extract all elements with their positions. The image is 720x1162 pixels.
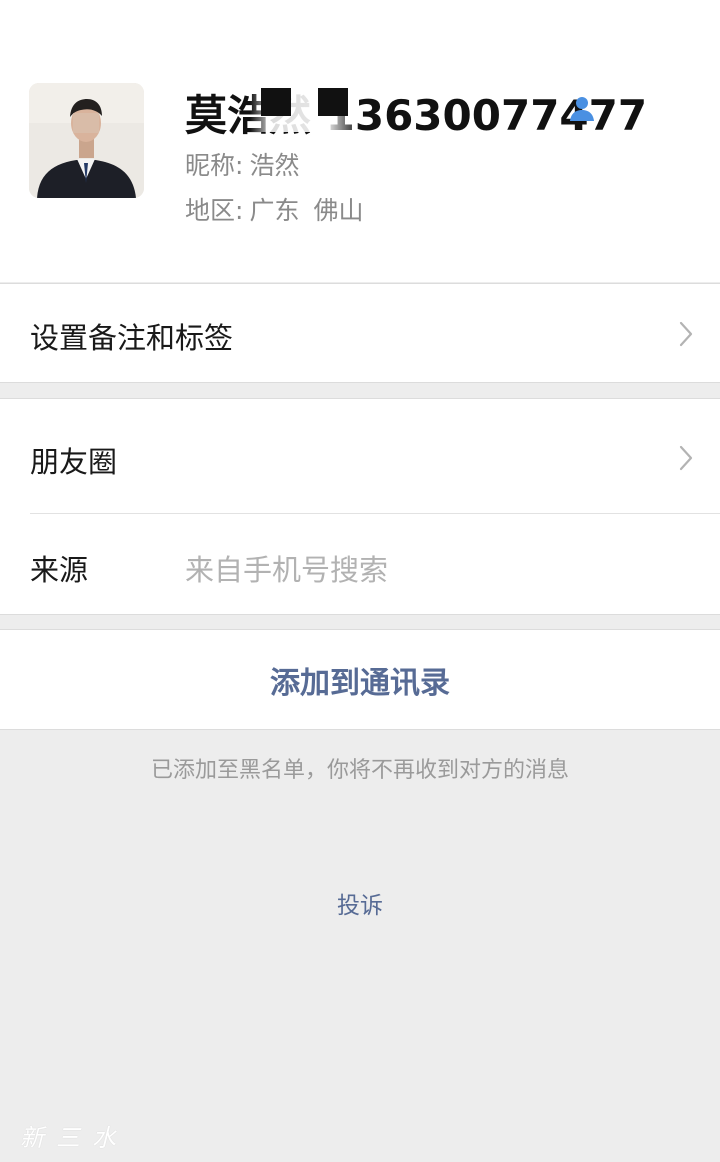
blacklist-notice: 已添加至黑名单，你将不再收到对方的消息 xyxy=(150,758,569,783)
source-label: 来源 xyxy=(30,553,89,587)
chevron-right-icon xyxy=(679,321,693,347)
privacy-mask xyxy=(318,88,348,116)
avatar-photo xyxy=(29,83,144,198)
moments-label: 朋友圈 xyxy=(30,445,118,479)
moments-cell[interactable]: 朋友圈 xyxy=(0,399,720,514)
report-link[interactable]: 投诉 xyxy=(0,886,720,920)
nickname-label: 昵称: xyxy=(185,151,244,180)
chevron-right-icon xyxy=(679,445,693,471)
set-remark-tags-cell[interactable]: 设置备注和标签 xyxy=(0,283,720,383)
nickname-value: 浩然 xyxy=(249,151,300,180)
nickname-line: 昵称: 浩然 xyxy=(185,146,299,182)
add-to-contacts-button[interactable]: 添加到通讯录 xyxy=(0,629,720,730)
contact-profile-page: 莫浩然 13630077477 昵称: 浩然 地区: 广东 佛山 设置备注和标签 朋友… xyxy=(0,0,720,1162)
region-label: 地区: xyxy=(185,196,244,225)
info-group: 朋友圈 来源 来自手机号搜索 xyxy=(0,398,720,615)
region-city: 佛山 xyxy=(313,196,364,225)
set-remark-tags-label: 设置备注和标签 xyxy=(30,321,234,355)
region-line: 地区: 广东 佛山 xyxy=(185,191,363,227)
source-value: 来自手机号搜索 xyxy=(185,553,389,587)
source-cell: 来源 来自手机号搜索 xyxy=(0,514,720,615)
avatar[interactable] xyxy=(29,83,144,198)
profile-header: 莫浩然 13630077477 昵称: 浩然 地区: 广东 佛山 xyxy=(0,0,720,282)
watermark: 新三水 xyxy=(20,1124,128,1152)
privacy-mask xyxy=(261,88,291,116)
person-icon xyxy=(570,97,594,121)
region-province: 广东 xyxy=(249,196,300,225)
